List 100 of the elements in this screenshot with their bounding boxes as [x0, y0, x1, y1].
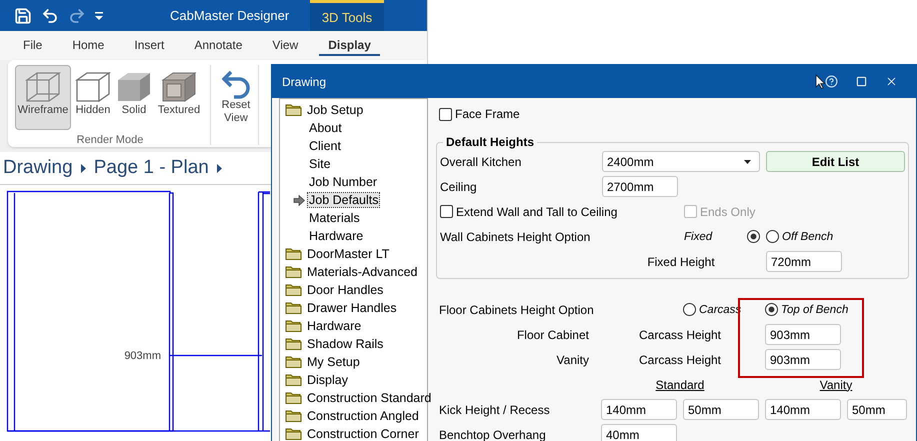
ribbon-button[interactable]: Solid [115, 65, 153, 130]
ribbon-tab[interactable]: File [14, 35, 52, 56]
ribbon-button[interactable]: Wireframe [15, 65, 71, 130]
group-label: Render Mode [76, 134, 144, 146]
field-label: Carcass Height [638, 352, 722, 366]
tree-item[interactable]: Client [308, 139, 342, 153]
ribbon-button[interactable]: Textured [153, 65, 205, 130]
tree-item[interactable]: Construction Angled [306, 409, 420, 423]
dialog-title: Drawing [282, 74, 328, 88]
quick-access-button[interactable] [14, 6, 32, 24]
tree-item[interactable]: DoorMaster LT [306, 247, 390, 261]
tree-item[interactable]: Shadow Rails [306, 337, 384, 351]
tree-item[interactable]: Job Setup [306, 103, 364, 117]
folder-icon [285, 337, 302, 351]
radio-option[interactable]: Top of Bench [765, 303, 907, 316]
group-title: Default Heights [445, 135, 536, 149]
radio-button[interactable] [683, 303, 696, 316]
quick-access-button[interactable] [41, 6, 59, 24]
edit-list-button[interactable]: Edit List [766, 151, 905, 172]
textured-cube-icon [159, 70, 199, 104]
ribbon-tab[interactable]: Annotate [185, 35, 252, 56]
undo-icon [41, 6, 59, 24]
tree-item[interactable]: Construction Corner [306, 427, 420, 441]
field-label: Carcass Height [638, 328, 722, 342]
folder-icon [285, 427, 302, 441]
radio-option[interactable]: Fixed [684, 230, 760, 243]
radio-button[interactable] [766, 230, 779, 243]
tree-item[interactable]: Hardware [306, 319, 362, 333]
tree-item[interactable]: Hardware [308, 229, 364, 243]
folder-icon [285, 103, 302, 117]
field-label: Wall Cabinets Height Option [440, 230, 592, 244]
field-label: Fixed Height [646, 254, 716, 268]
folder-icon [285, 247, 302, 261]
input-field[interactable]: 903mm [765, 349, 841, 370]
maximize-icon[interactable] [856, 76, 867, 87]
breadcrumb-item[interactable]: Drawing [3, 157, 73, 179]
tree-item[interactable]: Job Number [308, 175, 378, 189]
folder-icon [285, 265, 302, 279]
radio-button[interactable] [747, 230, 760, 243]
dropdown-field[interactable]: 2400mm [602, 151, 760, 172]
extend-checkbox[interactable]: Extend Wall and Tall to Ceiling [440, 204, 678, 218]
column-header: Standard [654, 378, 706, 392]
input-field[interactable]: 40mm [601, 424, 677, 441]
tree-item[interactable]: Materials-Advanced [306, 265, 418, 279]
tree-item[interactable]: Drawer Handles [306, 301, 398, 315]
app-title: CabMaster Designer [170, 7, 290, 25]
folder-icon [285, 319, 302, 333]
tree-item[interactable]: Door Handles [306, 283, 384, 297]
face-frame-checkbox[interactable]: Face Frame [439, 107, 677, 121]
quick-access-button[interactable] [95, 10, 103, 20]
input-field[interactable]: 720mm [766, 251, 842, 272]
tree-item[interactable]: Materials [308, 211, 361, 225]
tree-item[interactable]: My Setup [306, 355, 361, 369]
dimension-label: 903mm [124, 350, 161, 362]
save-icon [14, 6, 32, 24]
radio-option[interactable]: Off Bench [766, 230, 908, 243]
input-field[interactable]: 50mm [847, 399, 907, 420]
ribbon-tab[interactable]: View [263, 35, 308, 56]
tree-item[interactable]: Display [306, 373, 349, 387]
input-field[interactable]: 2700mm [602, 176, 678, 197]
caret-icon [80, 164, 86, 172]
caret-icon [95, 10, 103, 20]
field-label: Floor Cabinet [516, 328, 590, 342]
tree-item[interactable]: About [308, 121, 343, 135]
field-label: Floor Cabinets Height Option [439, 302, 595, 316]
ribbon-tab[interactable]: Home [63, 35, 114, 56]
tree-item[interactable]: Job Defaults [308, 193, 380, 207]
input-field[interactable]: 140mm [765, 399, 841, 420]
cube-outline-icon [73, 70, 113, 104]
radio-button[interactable] [765, 303, 778, 316]
folder-icon [285, 409, 302, 423]
ribbon-button[interactable]: Reset View [219, 65, 253, 130]
close-icon[interactable] [885, 75, 898, 88]
arrow-right-icon [293, 194, 305, 206]
tree-item[interactable]: Site [308, 157, 332, 171]
field-label: Ceiling [440, 180, 478, 194]
input-field[interactable]: 50mm [683, 399, 759, 420]
breadcrumb-item[interactable]: Page 1 - Plan [94, 157, 209, 179]
column-header: Vanity [818, 378, 854, 392]
input-field[interactable]: 903mm [765, 324, 841, 345]
folder-icon [285, 301, 302, 315]
field-label: Overall Kitchen [440, 154, 522, 168]
redo-icon [68, 6, 86, 24]
folder-icon [285, 373, 302, 387]
tree-item[interactable]: Construction Standard [306, 391, 432, 405]
ribbon-tab[interactable]: Insert [125, 35, 174, 56]
field-label: Benchtop Overhang [439, 428, 547, 441]
wireframe-cube-icon [23, 70, 63, 104]
ribbon-button[interactable]: Hidden [71, 65, 115, 130]
folder-icon [285, 283, 302, 297]
folder-icon [285, 391, 302, 405]
field-label: Kick Height / Recess [439, 402, 551, 416]
field-label: Vanity [556, 352, 590, 366]
context-tab[interactable]: 3D Tools [310, 0, 384, 31]
caret-icon [744, 160, 751, 164]
input-field[interactable]: 140mm [601, 399, 677, 420]
folder-icon [285, 355, 302, 369]
caret-icon [216, 164, 222, 172]
ribbon-tab[interactable]: Display [319, 35, 380, 56]
help-icon[interactable] [825, 75, 838, 88]
